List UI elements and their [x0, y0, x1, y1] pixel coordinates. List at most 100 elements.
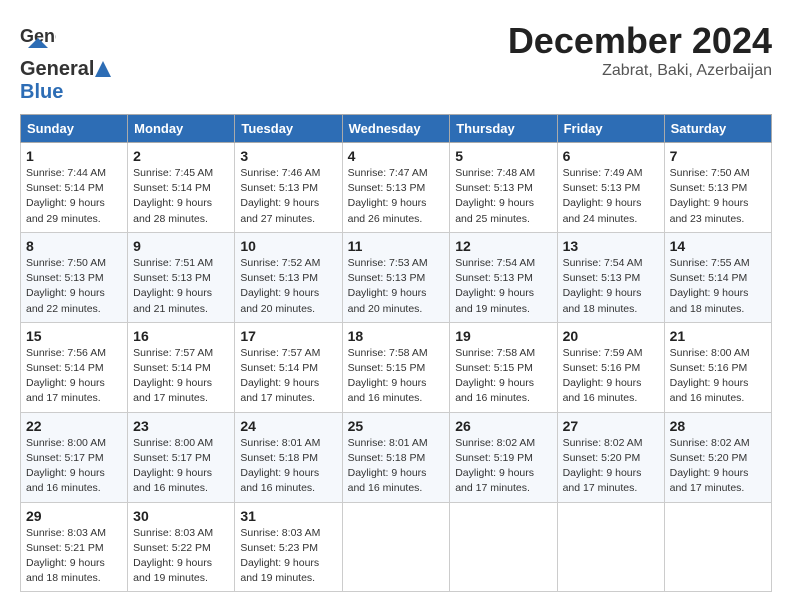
day-number: 18: [348, 328, 445, 344]
header: General General Blue December 2024 Zabra…: [20, 20, 772, 104]
day-number: 27: [563, 418, 659, 434]
empty-cell: [557, 502, 664, 592]
day-number: 19: [455, 328, 551, 344]
empty-cell: [450, 502, 557, 592]
day-info: Sunrise: 8:00 AM Sunset: 5:16 PM Dayligh…: [670, 346, 766, 407]
day-cell-21: 21 Sunrise: 8:00 AM Sunset: 5:16 PM Dayl…: [664, 322, 771, 412]
day-number: 16: [133, 328, 229, 344]
day-cell-27: 27 Sunrise: 8:02 AM Sunset: 5:20 PM Dayl…: [557, 412, 664, 502]
day-cell-20: 20 Sunrise: 7:59 AM Sunset: 5:16 PM Dayl…: [557, 322, 664, 412]
day-cell-25: 25 Sunrise: 8:01 AM Sunset: 5:18 PM Dayl…: [342, 412, 450, 502]
day-info: Sunrise: 7:59 AM Sunset: 5:16 PM Dayligh…: [563, 346, 659, 407]
day-number: 6: [563, 148, 659, 164]
day-info: Sunrise: 8:01 AM Sunset: 5:18 PM Dayligh…: [240, 436, 336, 497]
day-cell-19: 19 Sunrise: 7:58 AM Sunset: 5:15 PM Dayl…: [450, 322, 557, 412]
day-number: 2: [133, 148, 229, 164]
day-number: 22: [26, 418, 122, 434]
weekday-monday: Monday: [128, 115, 235, 143]
day-info: Sunrise: 7:50 AM Sunset: 5:13 PM Dayligh…: [670, 166, 766, 227]
day-cell-6: 6 Sunrise: 7:49 AM Sunset: 5:13 PM Dayli…: [557, 143, 664, 233]
day-number: 26: [455, 418, 551, 434]
day-number: 23: [133, 418, 229, 434]
day-cell-23: 23 Sunrise: 8:00 AM Sunset: 5:17 PM Dayl…: [128, 412, 235, 502]
day-cell-14: 14 Sunrise: 7:55 AM Sunset: 5:14 PM Dayl…: [664, 232, 771, 322]
weekday-saturday: Saturday: [664, 115, 771, 143]
day-info: Sunrise: 7:54 AM Sunset: 5:13 PM Dayligh…: [563, 256, 659, 317]
day-info: Sunrise: 7:57 AM Sunset: 5:14 PM Dayligh…: [133, 346, 229, 407]
day-info: Sunrise: 8:03 AM Sunset: 5:22 PM Dayligh…: [133, 526, 229, 587]
day-number: 3: [240, 148, 336, 164]
day-number: 7: [670, 148, 766, 164]
day-number: 30: [133, 508, 229, 524]
day-cell-3: 3 Sunrise: 7:46 AM Sunset: 5:13 PM Dayli…: [235, 143, 342, 233]
day-cell-10: 10 Sunrise: 7:52 AM Sunset: 5:13 PM Dayl…: [235, 232, 342, 322]
day-number: 13: [563, 238, 659, 254]
day-number: 5: [455, 148, 551, 164]
day-cell-24: 24 Sunrise: 8:01 AM Sunset: 5:18 PM Dayl…: [235, 412, 342, 502]
day-number: 14: [670, 238, 766, 254]
day-info: Sunrise: 7:51 AM Sunset: 5:13 PM Dayligh…: [133, 256, 229, 317]
empty-cell: [664, 502, 771, 592]
week-row-4: 22 Sunrise: 8:00 AM Sunset: 5:17 PM Dayl…: [21, 412, 772, 502]
day-info: Sunrise: 7:54 AM Sunset: 5:13 PM Dayligh…: [455, 256, 551, 317]
day-info: Sunrise: 7:55 AM Sunset: 5:14 PM Dayligh…: [670, 256, 766, 317]
logo: General General Blue: [20, 20, 111, 104]
day-cell-13: 13 Sunrise: 7:54 AM Sunset: 5:13 PM Dayl…: [557, 232, 664, 322]
day-info: Sunrise: 7:45 AM Sunset: 5:14 PM Dayligh…: [133, 166, 229, 227]
empty-cell: [342, 502, 450, 592]
day-info: Sunrise: 7:48 AM Sunset: 5:13 PM Dayligh…: [455, 166, 551, 227]
day-cell-15: 15 Sunrise: 7:56 AM Sunset: 5:14 PM Dayl…: [21, 322, 128, 412]
day-number: 21: [670, 328, 766, 344]
week-row-1: 1 Sunrise: 7:44 AM Sunset: 5:14 PM Dayli…: [21, 143, 772, 233]
week-row-3: 15 Sunrise: 7:56 AM Sunset: 5:14 PM Dayl…: [21, 322, 772, 412]
month-title: December 2024: [508, 20, 772, 62]
day-cell-31: 31 Sunrise: 8:03 AM Sunset: 5:23 PM Dayl…: [235, 502, 342, 592]
day-info: Sunrise: 7:44 AM Sunset: 5:14 PM Dayligh…: [26, 166, 122, 227]
location-title: Zabrat, Baki, Azerbaijan: [508, 62, 772, 80]
weekday-tuesday: Tuesday: [235, 115, 342, 143]
day-cell-12: 12 Sunrise: 7:54 AM Sunset: 5:13 PM Dayl…: [450, 232, 557, 322]
day-info: Sunrise: 7:52 AM Sunset: 5:13 PM Dayligh…: [240, 256, 336, 317]
day-info: Sunrise: 8:03 AM Sunset: 5:21 PM Dayligh…: [26, 526, 122, 587]
day-info: Sunrise: 8:02 AM Sunset: 5:20 PM Dayligh…: [563, 436, 659, 497]
day-info: Sunrise: 7:58 AM Sunset: 5:15 PM Dayligh…: [455, 346, 551, 407]
weekday-friday: Friday: [557, 115, 664, 143]
day-cell-30: 30 Sunrise: 8:03 AM Sunset: 5:22 PM Dayl…: [128, 502, 235, 592]
day-number: 29: [26, 508, 122, 524]
day-number: 8: [26, 238, 122, 254]
day-cell-22: 22 Sunrise: 8:00 AM Sunset: 5:17 PM Dayl…: [21, 412, 128, 502]
week-row-2: 8 Sunrise: 7:50 AM Sunset: 5:13 PM Dayli…: [21, 232, 772, 322]
calendar-table: SundayMondayTuesdayWednesdayThursdayFrid…: [20, 114, 772, 592]
day-number: 15: [26, 328, 122, 344]
day-cell-18: 18 Sunrise: 7:58 AM Sunset: 5:15 PM Dayl…: [342, 322, 450, 412]
day-number: 20: [563, 328, 659, 344]
day-number: 11: [348, 238, 445, 254]
day-info: Sunrise: 7:50 AM Sunset: 5:13 PM Dayligh…: [26, 256, 122, 317]
day-info: Sunrise: 8:02 AM Sunset: 5:20 PM Dayligh…: [670, 436, 766, 497]
logo-icon: General: [20, 20, 56, 56]
day-info: Sunrise: 8:01 AM Sunset: 5:18 PM Dayligh…: [348, 436, 445, 497]
logo-general: General: [20, 58, 94, 80]
week-row-5: 29 Sunrise: 8:03 AM Sunset: 5:21 PM Dayl…: [21, 502, 772, 592]
day-cell-17: 17 Sunrise: 7:57 AM Sunset: 5:14 PM Dayl…: [235, 322, 342, 412]
day-info: Sunrise: 8:02 AM Sunset: 5:19 PM Dayligh…: [455, 436, 551, 497]
day-number: 10: [240, 238, 336, 254]
day-number: 1: [26, 148, 122, 164]
day-number: 9: [133, 238, 229, 254]
day-number: 12: [455, 238, 551, 254]
day-info: Sunrise: 8:03 AM Sunset: 5:23 PM Dayligh…: [240, 526, 336, 587]
day-cell-5: 5 Sunrise: 7:48 AM Sunset: 5:13 PM Dayli…: [450, 143, 557, 233]
weekday-thursday: Thursday: [450, 115, 557, 143]
day-cell-7: 7 Sunrise: 7:50 AM Sunset: 5:13 PM Dayli…: [664, 143, 771, 233]
day-info: Sunrise: 7:58 AM Sunset: 5:15 PM Dayligh…: [348, 346, 445, 407]
day-cell-16: 16 Sunrise: 7:57 AM Sunset: 5:14 PM Dayl…: [128, 322, 235, 412]
day-cell-8: 8 Sunrise: 7:50 AM Sunset: 5:13 PM Dayli…: [21, 232, 128, 322]
day-info: Sunrise: 7:49 AM Sunset: 5:13 PM Dayligh…: [563, 166, 659, 227]
day-number: 17: [240, 328, 336, 344]
day-info: Sunrise: 7:47 AM Sunset: 5:13 PM Dayligh…: [348, 166, 445, 227]
day-cell-11: 11 Sunrise: 7:53 AM Sunset: 5:13 PM Dayl…: [342, 232, 450, 322]
day-cell-4: 4 Sunrise: 7:47 AM Sunset: 5:13 PM Dayli…: [342, 143, 450, 233]
day-info: Sunrise: 7:56 AM Sunset: 5:14 PM Dayligh…: [26, 346, 122, 407]
day-number: 28: [670, 418, 766, 434]
day-info: Sunrise: 7:57 AM Sunset: 5:14 PM Dayligh…: [240, 346, 336, 407]
